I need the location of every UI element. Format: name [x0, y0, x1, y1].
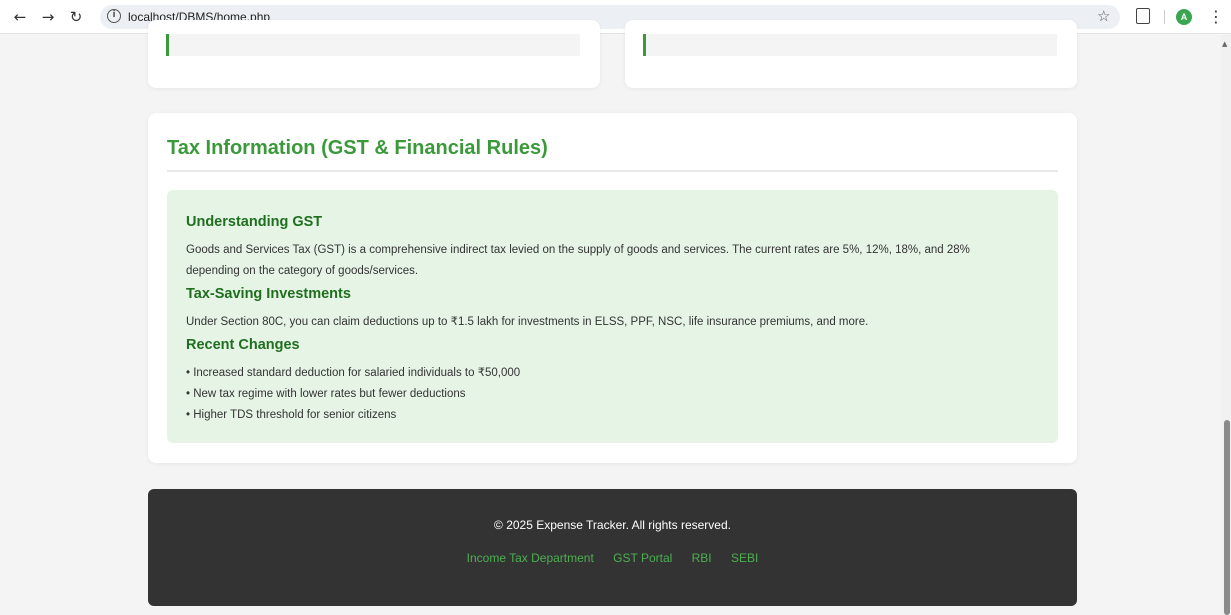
gst-heading: Understanding GST — [186, 214, 323, 230]
footer-links: Income Tax Department GST Portal RBI SEB… — [148, 551, 1077, 565]
reload-icon[interactable]: ↻ — [66, 7, 86, 27]
tax-saving-heading: Tax-Saving Investments — [186, 286, 351, 302]
profile-avatar[interactable]: A — [1176, 9, 1192, 25]
tip-item — [643, 34, 1057, 56]
back-arrow-icon[interactable]: ← — [10, 7, 30, 27]
scrollbar-thumb[interactable] — [1224, 420, 1230, 615]
tax-info-box: Understanding GST Goods and Services Tax… — [167, 190, 1058, 443]
info-card-left — [148, 20, 600, 88]
footer-link-sebi[interactable]: SEBI — [731, 551, 758, 565]
footer-link-gst-portal[interactable]: GST Portal — [613, 551, 672, 565]
gst-text-line: Goods and Services Tax (GST) is a compre… — [186, 244, 970, 256]
tax-saving-text: Under Section 80C, you can claim deducti… — [186, 316, 869, 328]
info-card-right — [625, 20, 1077, 88]
scroll-up-arrow-icon[interactable]: ▲ — [1222, 40, 1227, 48]
page-footer: © 2025 Expense Tracker. All rights reser… — [148, 489, 1077, 606]
recent-change-item: • Higher TDS threshold for senior citize… — [186, 409, 397, 421]
title-divider — [167, 170, 1058, 172]
gst-text-line: depending on the category of goods/servi… — [186, 265, 419, 277]
tax-information-card: Tax Information (GST & Financial Rules) … — [148, 113, 1077, 463]
section-title: Tax Information (GST & Financial Rules) — [167, 137, 548, 159]
recent-change-item: • Increased standard deduction for salar… — [186, 367, 521, 379]
forward-arrow-icon[interactable]: → — [38, 7, 58, 27]
toolbar-divider — [1164, 10, 1165, 24]
recent-changes-heading: Recent Changes — [186, 337, 300, 353]
tip-item — [166, 34, 580, 56]
menu-kebab-icon[interactable]: ⋮ — [1208, 7, 1224, 26]
footer-link-income-tax[interactable]: Income Tax Department — [467, 551, 594, 565]
site-info-icon[interactable]: i — [107, 9, 121, 23]
recent-change-item: • New tax regime with lower rates but fe… — [186, 388, 466, 400]
extensions-icon[interactable] — [1136, 8, 1150, 24]
footer-copyright: © 2025 Expense Tracker. All rights reser… — [494, 518, 731, 532]
footer-link-rbi[interactable]: RBI — [692, 551, 712, 565]
bookmark-star-icon[interactable]: ☆ — [1097, 7, 1110, 25]
